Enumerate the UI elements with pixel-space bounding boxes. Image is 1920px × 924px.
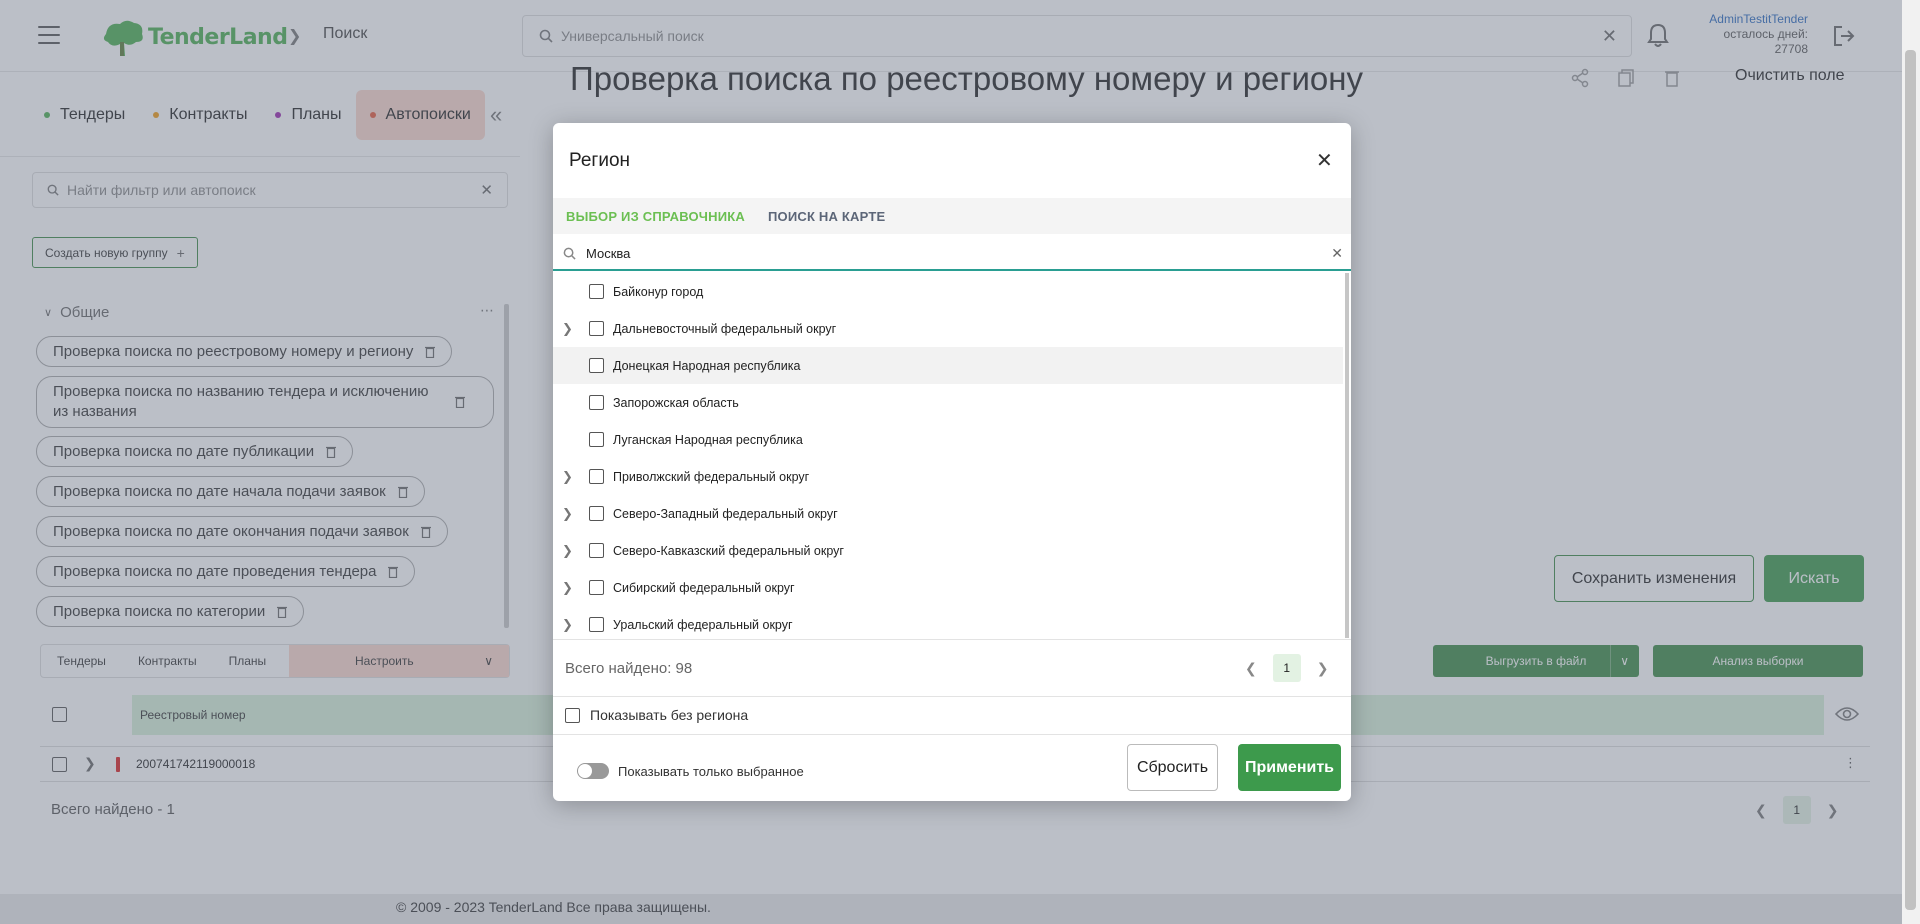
region-checkbox[interactable] — [589, 617, 604, 632]
region-name: Байконур город — [613, 284, 704, 299]
show-without-region-checkbox[interactable] — [565, 707, 580, 723]
region-name: Луганская Народная республика — [613, 432, 803, 447]
divider — [553, 734, 1351, 735]
chevron-right-icon[interactable]: ❯ — [562, 617, 573, 633]
region-item[interactable]: ❯ Северо-Кавказский федеральный округ — [553, 532, 1343, 569]
region-item[interactable]: ❯ Сибирский федеральный округ — [553, 569, 1343, 606]
page-number[interactable]: 1 — [1272, 654, 1301, 682]
region-modal: Регион ✕ ВЫБОР ИЗ СПРАВОЧНИКА ПОИСК НА К… — [553, 123, 1351, 801]
show-only-selected[interactable]: Показывать только выбранное — [577, 763, 804, 779]
region-checkbox[interactable] — [589, 543, 604, 558]
region-item[interactable]: ❯ Уральский федеральный округ — [553, 606, 1343, 640]
chevron-left-icon[interactable]: ❮ — [1245, 660, 1257, 677]
show-only-selected-toggle[interactable] — [577, 763, 609, 779]
tab-directory[interactable]: ВЫБОР ИЗ СПРАВОЧНИКА — [566, 209, 745, 224]
show-without-region[interactable]: Показывать без региона — [565, 707, 748, 723]
region-item[interactable]: Запорожская область — [553, 384, 1343, 421]
chevron-right-icon[interactable]: ❯ — [562, 506, 573, 522]
region-name: Дальневосточный федеральный округ — [613, 321, 837, 336]
region-checkbox[interactable] — [589, 469, 604, 484]
region-total: Всего найдено: 98 — [565, 660, 693, 677]
show-only-selected-label: Показывать только выбранное — [618, 763, 804, 779]
region-name: Северо-Западный федеральный округ — [613, 506, 838, 521]
page-scrollbar[interactable] — [1902, 0, 1920, 924]
region-checkbox[interactable] — [589, 506, 604, 521]
region-item[interactable]: Луганская Народная республика — [553, 421, 1343, 458]
chevron-right-icon[interactable]: ❯ — [562, 543, 573, 559]
region-name: Сибирский федеральный округ — [613, 580, 795, 595]
chevron-right-icon[interactable]: ❯ — [1317, 660, 1329, 677]
search-icon — [563, 247, 576, 260]
region-name: Уральский федеральный округ — [613, 617, 793, 632]
region-list-scrollbar[interactable] — [1345, 273, 1349, 638]
region-checkbox[interactable] — [589, 580, 604, 595]
scroll-thumb[interactable] — [1905, 50, 1916, 910]
region-list: Байконур город ❯ Дальневосточный федераль… — [553, 273, 1351, 640]
show-without-region-label: Показывать без региона — [590, 707, 749, 723]
divider — [553, 696, 1351, 697]
region-checkbox[interactable] — [589, 321, 604, 336]
modal-tabs: ВЫБОР ИЗ СПРАВОЧНИКА ПОИСК НА КАРТЕ — [553, 198, 1351, 234]
chevron-right-icon[interactable]: ❯ — [562, 580, 573, 596]
region-checkbox[interactable] — [589, 432, 604, 447]
region-checkbox[interactable] — [589, 358, 604, 373]
region-name: Запорожская область — [613, 395, 739, 410]
divider — [553, 639, 1351, 640]
region-pagination: ❮ 1 ❯ — [1245, 654, 1328, 682]
reset-button[interactable]: Сбросить — [1127, 744, 1218, 791]
region-checkbox[interactable] — [589, 395, 604, 410]
region-search[interactable]: ✕ — [553, 237, 1351, 271]
tab-map-search[interactable]: ПОИСК НА КАРТЕ — [768, 209, 885, 224]
close-icon[interactable]: ✕ — [1316, 148, 1333, 173]
region-item[interactable]: Донецкая Народная республика — [553, 347, 1343, 384]
region-checkbox[interactable] — [589, 284, 604, 299]
chevron-right-icon[interactable]: ❯ — [562, 469, 573, 485]
region-item[interactable]: ❯ Приволжский федеральный округ — [553, 458, 1343, 495]
region-name: Донецкая Народная республика — [613, 358, 801, 373]
region-item[interactable]: Байконур город — [553, 273, 1343, 310]
scroll-thumb[interactable] — [1345, 273, 1349, 638]
clear-icon[interactable]: ✕ — [1331, 245, 1343, 262]
region-item[interactable]: ❯ Северо-Западный федеральный округ — [553, 495, 1343, 532]
modal-title: Регион — [569, 150, 631, 171]
region-name: Северо-Кавказский федеральный округ — [613, 543, 844, 558]
region-name: Приволжский федеральный округ — [613, 469, 810, 484]
chevron-right-icon[interactable]: ❯ — [562, 321, 573, 337]
region-item[interactable]: ❯ Дальневосточный федеральный округ — [553, 310, 1343, 347]
region-search-input[interactable] — [586, 245, 1332, 261]
apply-button[interactable]: Применить — [1238, 744, 1341, 791]
